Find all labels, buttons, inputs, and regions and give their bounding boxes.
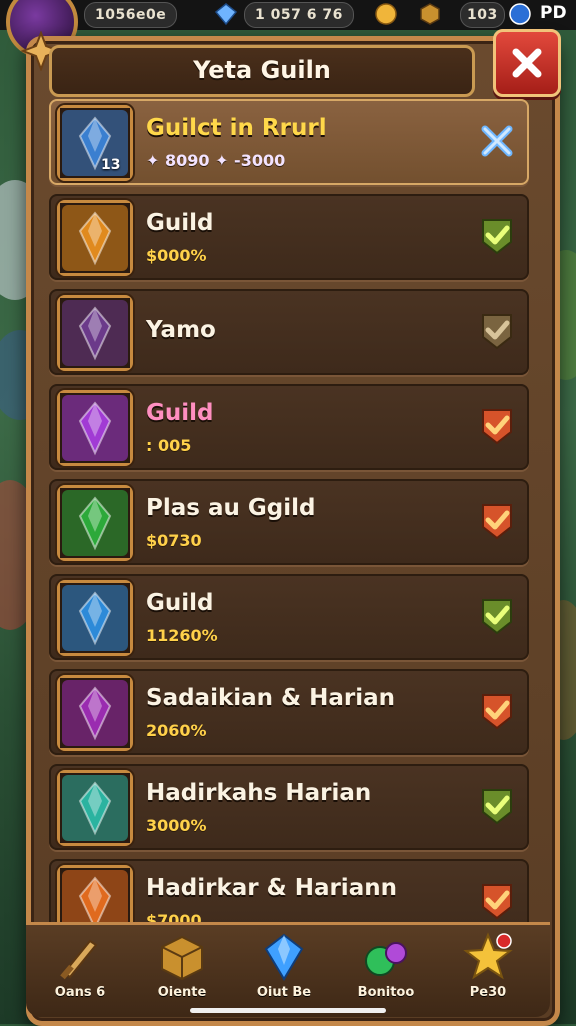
guild-name: Guild [146,590,214,616]
guild-name: Hadirkar & Hariann [146,875,397,901]
nav-label: Oiente [157,985,207,1000]
top-hud: 1056e0e 1 057 6 76 103 PD [0,0,576,58]
guild-stat: : 005 [146,436,192,455]
guild-name: Yamo [146,317,216,343]
close-button[interactable] [493,29,561,97]
guild-stat: $0730 [146,531,202,550]
level-badge: 13 [101,157,121,173]
guild-emblem-icon [57,105,133,181]
guild-stat: ✦ 8090 ✦ -3000 [146,151,286,170]
guild-list-item[interactable]: Guild $000% [49,194,529,280]
home-indicator [190,1008,386,1013]
guild-list-item[interactable]: 13 Guilct in Rrurl ✦ 8090 ✦ -3000 [49,99,529,185]
check-orange-icon[interactable] [477,881,517,921]
coin-icon [374,2,398,26]
check-orange-icon[interactable] [477,691,517,731]
gem-icon [258,931,310,983]
guild-emblem-icon [57,485,133,561]
guild-list-item[interactable]: Sadaikian & Harian 2060% [49,669,529,755]
guild-emblem-icon [57,200,133,276]
check-orange-icon[interactable] [477,406,517,446]
guild-list-item[interactable]: Plas au Ggild $0730 [49,479,529,565]
title-bar: Yeta Guiln [49,45,475,97]
hud-resource-center: 1 057 6 76 [244,2,354,28]
nav-item-crate[interactable]: Oiente [136,929,228,1013]
info-icon[interactable] [508,2,532,26]
close-x-icon [512,48,542,78]
nav-item-potion[interactable]: Bonitoo [340,929,432,1013]
hud-label: PD [540,3,567,23]
guild-list-item[interactable]: Guild : 005 [49,384,529,470]
guild-name: Sadaikian & Harian [146,685,395,711]
nav-item-gem[interactable]: Oiut Be [238,929,330,1013]
guild-stat: 11260% [146,626,218,645]
guild-name: Hadirkahs Harian [146,780,372,806]
nav-label: Bonitoo [357,985,415,1000]
guild-emblem-icon [57,770,133,846]
hud-resource-left: 1056e0e [84,2,178,28]
nav-label: Oiut Be [256,985,312,1000]
check-green-icon[interactable] [477,596,517,636]
check-orange-icon[interactable] [477,501,517,541]
crate-icon [156,931,208,983]
guild-panel: Yeta Guiln 13 Guilct in Rrurl ✦ 8090 ✦ -30… [21,29,561,1026]
nav-item-sword[interactable]: Oans 6 [34,929,126,1013]
nav-label: Pe30 [469,985,507,1000]
check-green-icon[interactable] [477,786,517,826]
close-x-icon[interactable] [477,121,517,161]
guild-name: Guilct in Rrurl [146,115,327,141]
check-green-icon[interactable] [477,216,517,256]
guild-list: 13 Guilct in Rrurl ✦ 8090 ✦ -3000 Guild $000… [49,99,529,954]
diamond-icon [214,2,238,26]
potion-icon [360,931,412,983]
guild-list-item[interactable]: Yamo [49,289,529,375]
guild-emblem-icon [57,390,133,466]
guild-stat: $000% [146,246,207,265]
sword-icon [54,931,106,983]
nav-item-star[interactable]: Pe30 [442,929,534,1013]
guild-emblem-icon [57,580,133,656]
guild-list-item[interactable]: Hadirkahs Harian 3000% [49,764,529,850]
guild-emblem-icon [57,295,133,371]
check-gray-icon[interactable] [477,311,517,351]
guild-stat: 2060% [146,721,207,740]
guild-list-item[interactable]: Guild 11260% [49,574,529,660]
window-title: Yeta Guiln [193,56,331,84]
guild-name: Plas au Ggild [146,495,316,521]
star-icon [462,931,514,983]
bottom-navigation: Oans 6 Oiente Oiut Be Bonitoo Pe30 [26,922,550,1017]
crate-icon [418,2,442,26]
guild-emblem-icon [57,675,133,751]
hud-resource-right: 103 [460,2,505,28]
nav-label: Oans 6 [54,985,106,1000]
guild-stat: 3000% [146,816,207,835]
guild-name: Guild [146,210,214,236]
guild-name: Guild [146,400,214,426]
